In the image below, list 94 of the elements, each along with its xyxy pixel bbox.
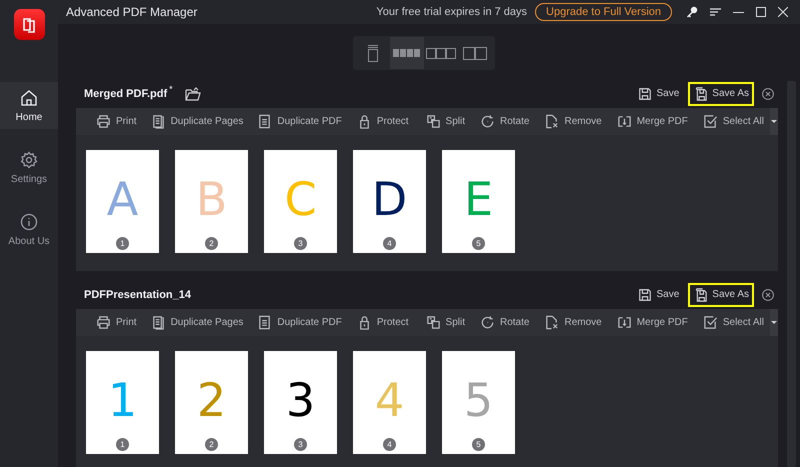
page-thumbnail[interactable]: A 1: [86, 150, 159, 253]
toolbar-button[interactable]: Print: [90, 108, 143, 135]
toolbar-button[interactable]: Rotate: [474, 309, 536, 336]
toolbar-button[interactable]: Protect: [350, 309, 415, 336]
page-thumbnail[interactable]: 4 4: [353, 351, 426, 454]
sidebar-item[interactable]: Home: [0, 82, 58, 129]
page-glyph: E: [464, 174, 494, 224]
page-glyph: 5: [464, 375, 494, 425]
page-thumbnail[interactable]: 3 3: [264, 351, 337, 454]
strip-view-icon[interactable]: [390, 37, 424, 69]
maximize-icon[interactable]: [756, 7, 766, 17]
page-glyph: 1: [108, 375, 138, 425]
page-glyph: A: [106, 174, 138, 224]
upgrade-button[interactable]: Upgrade to Full Version: [535, 3, 672, 21]
unsaved-mark: *: [169, 84, 173, 94]
save-button[interactable]: Save: [632, 282, 684, 306]
toolbar-button[interactable]: Duplicate Pages: [144, 309, 250, 336]
toolbar-button[interactable]: Merge PDF: [610, 309, 694, 336]
page-glyph: B: [196, 174, 228, 224]
save-icon: [638, 86, 652, 100]
info-icon: [20, 212, 38, 230]
page-glyph: C: [284, 174, 317, 224]
delete-page-icon: [544, 315, 560, 330]
merge-icon: [616, 315, 632, 330]
split-icon: [426, 315, 441, 330]
merge-icon: [616, 114, 632, 129]
page-number: 3: [294, 438, 307, 451]
checkbox-icon: [702, 315, 718, 330]
save-as-button[interactable]: Save As: [688, 82, 754, 106]
page-thumbnail[interactable]: 5 5: [442, 351, 515, 454]
trial-message: Your free trial expires in 7 days: [376, 6, 528, 18]
page-glyph: 2: [196, 375, 226, 425]
checkbox-icon: [702, 114, 718, 129]
delete-page-icon: [544, 114, 560, 129]
save-as-icon: [693, 288, 708, 302]
rotate-icon: [480, 315, 495, 330]
page-thumbnail[interactable]: D 4: [353, 150, 426, 253]
toolbar-button[interactable]: Duplicate PDF: [251, 108, 348, 135]
page-number: 3: [294, 237, 307, 250]
page-thumbnail[interactable]: C 3: [264, 150, 337, 253]
page-glyph: 3: [286, 375, 316, 425]
toolbar-button[interactable]: Merge PDF: [610, 108, 694, 135]
home-icon: [20, 88, 38, 106]
toolbar-button[interactable]: Split: [420, 309, 471, 336]
document-title: PDFPresentation_14: [84, 288, 191, 300]
toolbar-button[interactable]: Remove: [538, 108, 608, 135]
save-as-button[interactable]: Save As: [688, 282, 754, 306]
pages-icon: [150, 114, 166, 129]
page-number: 1: [116, 237, 129, 250]
page-thumbnail[interactable]: 1 1: [86, 351, 159, 454]
split-icon: [426, 114, 441, 129]
document-title: Merged PDF.pdf: [84, 88, 168, 100]
sidebar-item[interactable]: About Us: [0, 206, 58, 253]
pages-icon: [150, 315, 166, 330]
page-number: 1: [116, 438, 129, 451]
page-number: 4: [383, 438, 396, 451]
toolbar-button[interactable]: Duplicate PDF: [251, 309, 348, 336]
close-icon[interactable]: [762, 88, 774, 100]
rotate-icon: [480, 114, 495, 129]
page-number: 5: [472, 438, 485, 451]
save-as-icon: [693, 86, 708, 100]
page-thumbnail[interactable]: 2 2: [175, 351, 248, 454]
page-number: 5: [472, 237, 485, 250]
page-number: 2: [205, 237, 218, 250]
toolbar-button[interactable]: Remove: [538, 309, 608, 336]
toolbar-button[interactable]: Protect: [350, 108, 415, 135]
app-logo-icon: [14, 9, 44, 40]
folder-icon[interactable]: [184, 86, 201, 100]
save-button[interactable]: Save: [632, 82, 684, 106]
window-title: Advanced PDF Manager: [66, 5, 198, 19]
dropdown-icon[interactable]: [770, 108, 778, 135]
key-icon[interactable]: [686, 6, 698, 18]
document-icon: [257, 315, 272, 330]
toolbar-button[interactable]: Split: [420, 108, 471, 135]
printer-icon: [96, 114, 111, 129]
document-icon: [257, 114, 272, 129]
printer-icon: [96, 315, 111, 330]
menu-icon[interactable]: [710, 7, 721, 17]
dropdown-icon[interactable]: [770, 309, 778, 336]
toolbar-button[interactable]: Rotate: [474, 108, 536, 135]
toolbar-button[interactable]: Print: [90, 309, 143, 336]
close-icon[interactable]: [762, 288, 774, 300]
sidebar-item[interactable]: Settings: [0, 144, 58, 191]
save-icon: [638, 288, 652, 302]
page-thumbnail[interactable]: E 5: [442, 150, 515, 253]
toolbar-button[interactable]: Select All: [696, 309, 770, 336]
page-glyph: D: [372, 174, 408, 224]
page-number: 2: [205, 438, 218, 451]
page-glyph: 4: [374, 375, 404, 425]
toolbar-button[interactable]: Select All: [696, 108, 770, 135]
page-thumbnail[interactable]: B 2: [175, 150, 248, 253]
page-number: 4: [383, 237, 396, 250]
toolbar-button[interactable]: Duplicate Pages: [144, 108, 250, 135]
settings-icon: [20, 150, 38, 168]
